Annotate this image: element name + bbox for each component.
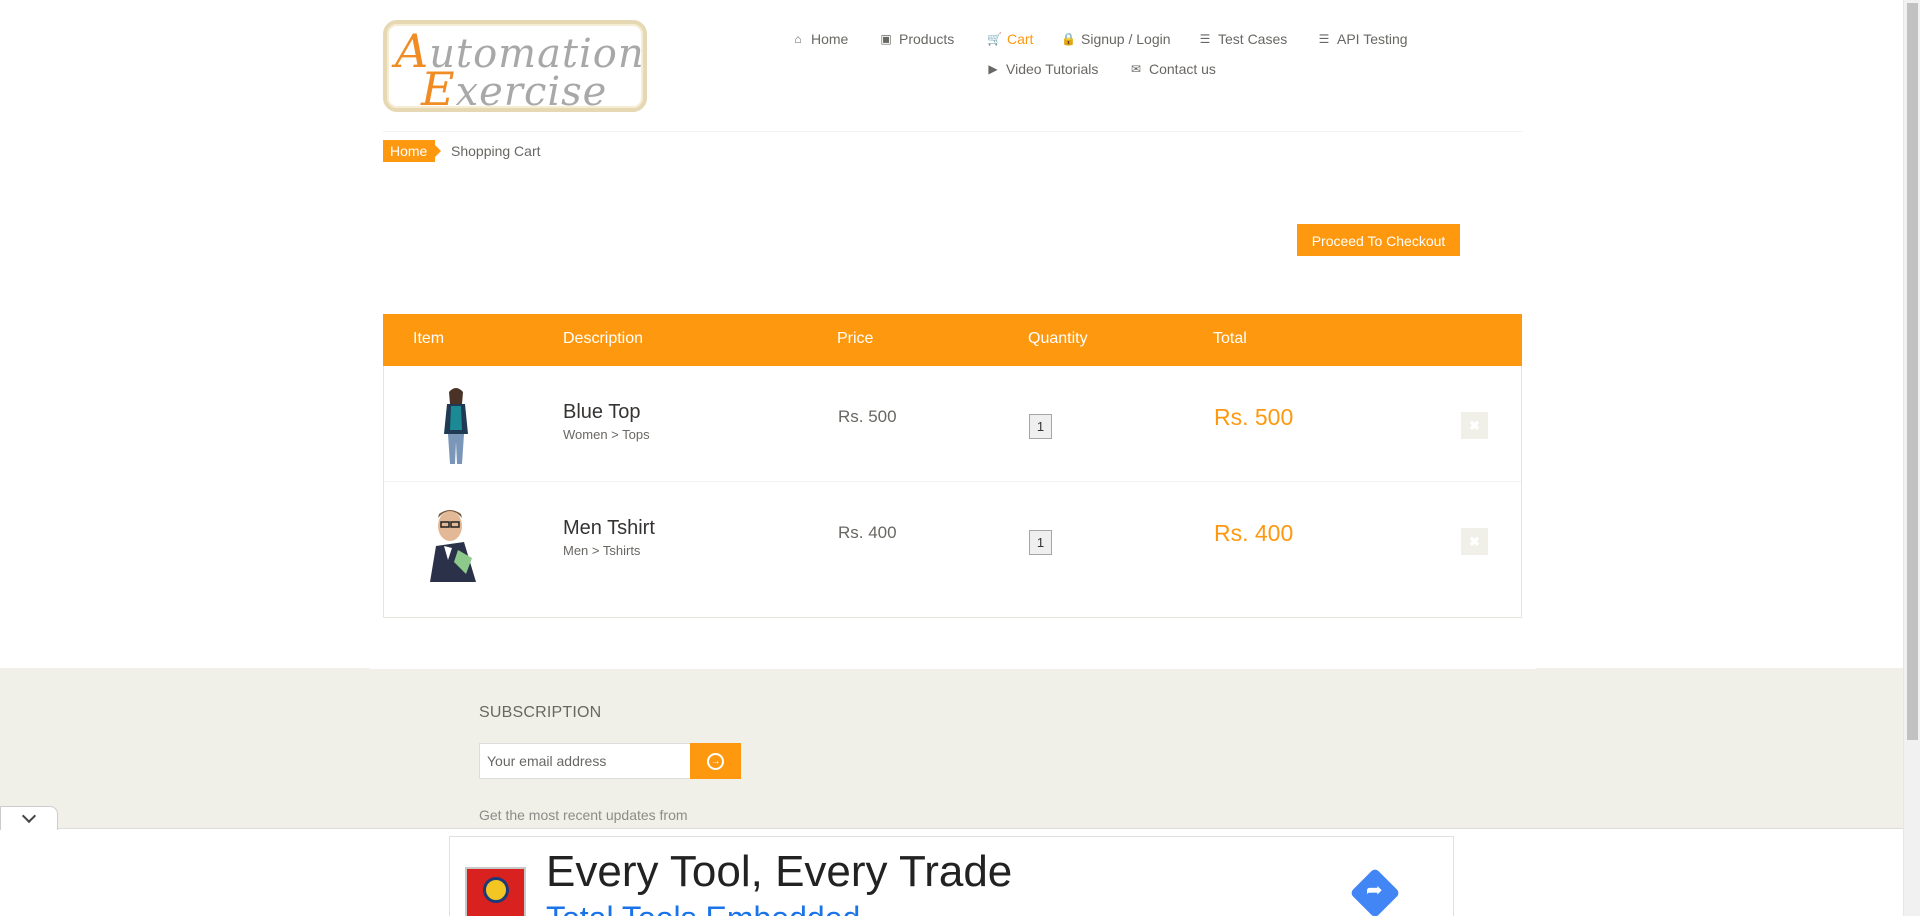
page-viewport: Automation Exercise ⌂ Home ▣ Products 🛒 …	[0, 0, 1903, 916]
delete-item-button[interactable]: ✖	[1461, 528, 1488, 555]
nav-home-label: Home	[811, 31, 849, 47]
header-total: Total	[1213, 330, 1247, 347]
nav-products-label: Products	[899, 31, 955, 47]
proceed-to-checkout-button[interactable]: Proceed To Checkout	[1297, 224, 1460, 256]
nav-signup-login[interactable]: 🔒 Signup / Login	[1061, 31, 1171, 47]
envelope-icon: ✉	[1130, 62, 1142, 76]
product-total: Rs. 400	[1214, 520, 1294, 546]
delete-item-button[interactable]: ✖	[1461, 412, 1488, 439]
subscribe-button[interactable]: →	[690, 743, 741, 779]
nav-cart[interactable]: 🛒 Cart	[987, 31, 1033, 47]
product-category: Women > Tops	[563, 427, 650, 442]
youtube-icon: ▶	[988, 62, 998, 76]
header-price: Price	[837, 330, 874, 347]
nav-home[interactable]: ⌂ Home	[791, 31, 848, 47]
nav-cart-label: Cart	[1007, 31, 1034, 47]
arrow-circle-right-icon: →	[707, 752, 724, 770]
ad-headline[interactable]: Every Tool, Every Trade	[546, 847, 1012, 897]
table-row: Blue Top Women > Tops Rs. 500 1 Rs. 500 …	[384, 366, 1521, 482]
subscription-email-input[interactable]	[479, 743, 691, 779]
list-icon: ☰	[1199, 32, 1211, 46]
subscription-note: Get the most recent updates from	[479, 807, 688, 823]
nav-contact-us[interactable]: ✉ Contact us	[1129, 61, 1216, 77]
cart-icon: 🛒	[987, 32, 1002, 46]
home-icon: ⌂	[794, 32, 802, 46]
nav-video-tutorials[interactable]: ▶ Video Tutorials	[986, 61, 1098, 77]
header-description: Description	[563, 330, 644, 347]
scrollbar-thumb[interactable]	[1907, 3, 1918, 740]
close-icon: ✖	[1469, 418, 1480, 433]
nav-video-tutorials-label: Video Tutorials	[1006, 61, 1099, 77]
nav-test-cases[interactable]: ☰ Test Cases	[1198, 31, 1288, 47]
nav-api-testing[interactable]: ☰ API Testing	[1317, 31, 1408, 47]
breadcrumb-current: Shopping Cart	[451, 143, 541, 159]
cart-table: Item Description Price Quantity Total Bl…	[383, 314, 1522, 618]
footer-divider	[370, 668, 1536, 669]
quantity-field[interactable]: 1	[1029, 530, 1052, 555]
header-quantity: Quantity	[1028, 330, 1088, 347]
close-icon: ✖	[1469, 534, 1480, 549]
table-row: Men Tshirt Men > Tshirts Rs. 400 1 Rs. 4…	[384, 482, 1521, 598]
nav-test-cases-label: Test Cases	[1218, 31, 1288, 47]
cart-table-header: Item Description Price Quantity Total	[383, 314, 1522, 366]
ad-banner[interactable]: Every Tool, Every Trade Total Tools Embe…	[449, 836, 1454, 916]
product-total: Rs. 500	[1214, 404, 1294, 430]
header-item: Item	[413, 330, 445, 347]
list-icon: ☰	[1318, 32, 1330, 46]
nav-signup-login-label: Signup / Login	[1081, 31, 1171, 47]
lock-icon: 🔒	[1061, 32, 1076, 46]
logo-line-2: Exercise	[421, 62, 608, 116]
nav-products[interactable]: ▣ Products	[879, 31, 954, 47]
product-category: Men > Tshirts	[563, 543, 641, 558]
vertical-scrollbar[interactable]	[1903, 0, 1920, 916]
product-price: Rs. 400	[838, 523, 897, 542]
product-price: Rs. 500	[838, 407, 897, 426]
nav-contact-us-label: Contact us	[1149, 61, 1216, 77]
product-image-men-tshirt[interactable]	[414, 498, 498, 582]
site-logo[interactable]: Automation Exercise	[383, 20, 647, 116]
ad-brand-logo	[465, 867, 526, 916]
quantity-field[interactable]: 1	[1029, 414, 1052, 439]
product-name[interactable]: Blue Top	[563, 401, 640, 424]
ad-directions-icon[interactable]	[1349, 867, 1401, 916]
nav-api-testing-label: API Testing	[1337, 31, 1408, 47]
header-divider	[383, 131, 1523, 132]
breadcrumb-home[interactable]: Home	[383, 140, 442, 162]
briefcase-icon: ▣	[880, 32, 892, 46]
ad-collapse-toggle[interactable]	[0, 806, 58, 830]
ad-subline[interactable]: Total Tools Embedded	[546, 900, 860, 916]
chevron-down-icon	[21, 808, 37, 824]
product-name[interactable]: Men Tshirt	[563, 517, 655, 540]
product-image-blue-top[interactable]	[414, 382, 498, 466]
subscription-title: SUBSCRIPTION	[479, 704, 602, 721]
